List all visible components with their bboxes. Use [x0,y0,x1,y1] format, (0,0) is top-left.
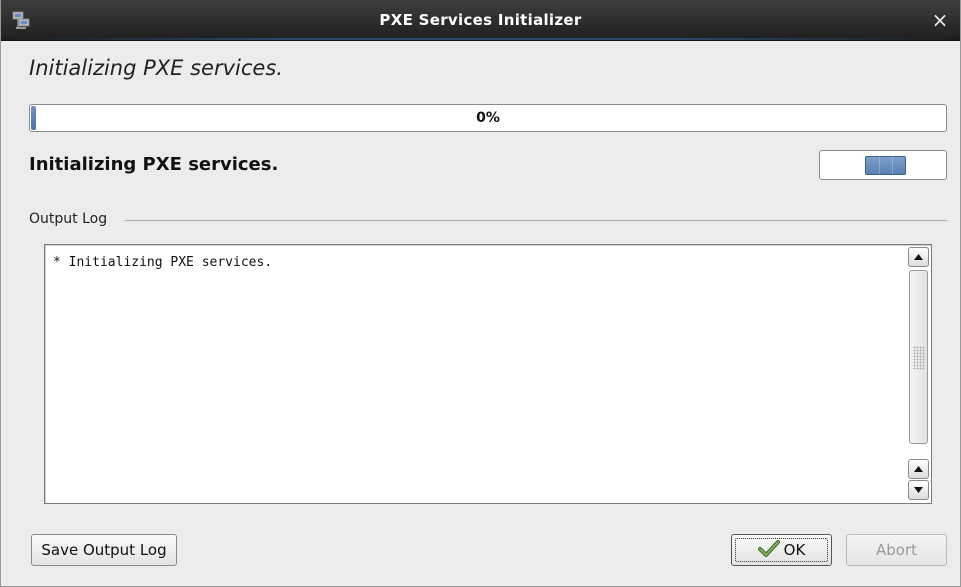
close-icon[interactable]: × [929,9,951,31]
output-log-textarea[interactable]: * Initializing PXE services. [44,244,932,504]
focus-ring [735,538,828,562]
abort-button[interactable]: Abort [846,534,947,566]
save-output-log-button[interactable]: Save Output Log [31,534,177,566]
arrow-down-icon [914,487,923,493]
scroll-up-button-lower[interactable] [908,459,929,479]
grip-icon [913,346,925,370]
save-output-log-label: Save Output Log [41,541,167,559]
title-bar-accent [1,38,960,40]
activity-indicator-block [865,156,906,175]
activity-indicator [819,150,947,180]
abort-label: Abort [875,541,917,559]
title-bar[interactable]: PXE Services Initializer × [1,0,960,41]
scroll-down-button[interactable] [908,480,929,500]
progress-bar: 0% [29,104,947,132]
window-title: PXE Services Initializer [379,11,582,29]
output-log-divider [125,220,947,221]
output-log-content: * Initializing PXE services. [53,255,273,270]
output-log-scrollbar[interactable] [908,247,929,501]
scroll-up-button[interactable] [908,247,929,267]
arrow-up-icon [914,254,923,260]
output-log-label: Output Log [29,211,112,227]
progress-label: 0% [476,110,500,126]
arrow-up-icon [914,466,923,472]
ok-button[interactable]: OK [731,534,832,566]
status-text: Initializing PXE services. [29,154,279,175]
dialog-window: PXE Services Initializer × Initializing … [0,0,961,587]
scrollbar-thumb[interactable] [909,270,928,444]
page-heading: Initializing PXE services. [29,56,283,80]
